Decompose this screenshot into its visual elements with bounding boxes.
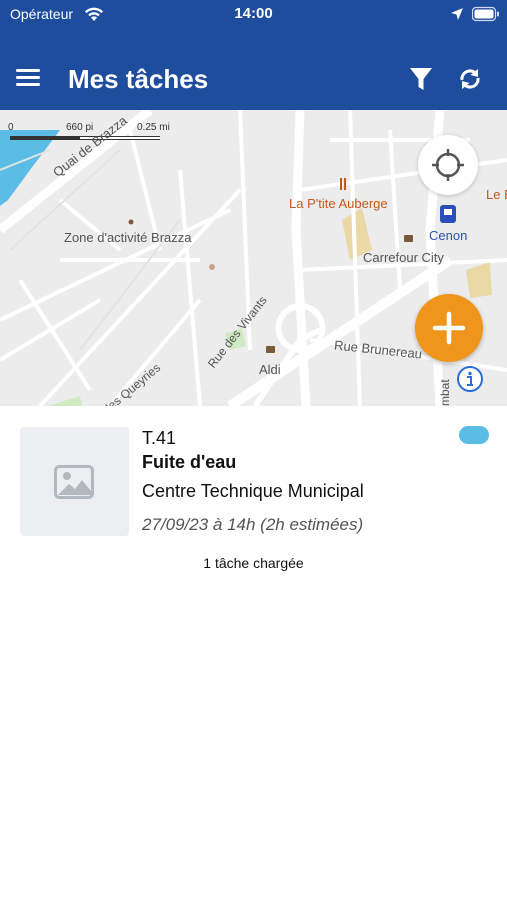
crosshair-icon xyxy=(432,149,464,181)
locate-button[interactable] xyxy=(418,135,478,195)
map-label-aldi: Aldi xyxy=(259,362,281,377)
map-label-restaurant: La P'tite Auberge xyxy=(289,196,388,211)
map-label-zone: Zone d'activité Brazza xyxy=(64,230,192,245)
task-location: Centre Technique Municipal xyxy=(142,481,364,501)
hamburger-menu-icon[interactable] xyxy=(14,66,42,90)
map-label-carrefour: Carrefour City xyxy=(363,250,444,265)
task-title: Fuite d'eau xyxy=(142,452,237,472)
scale-miles: 0.25 mi xyxy=(137,122,170,133)
status-badge xyxy=(459,426,489,444)
app-bar: Mes tâches xyxy=(0,30,507,110)
location-arrow-icon xyxy=(451,8,463,20)
image-placeholder-icon xyxy=(54,465,94,499)
clock: 14:00 xyxy=(234,5,273,22)
scale-zero: 0 xyxy=(8,122,14,133)
scale-feet: 660 pi xyxy=(66,122,94,133)
status-bar: Opérateur 14:00 xyxy=(0,0,507,30)
filter-icon[interactable] xyxy=(408,66,434,92)
sync-icon[interactable] xyxy=(456,65,484,93)
task-id: T.41 xyxy=(142,428,177,448)
loaded-count-label: 1 tâche chargée xyxy=(203,555,304,571)
plus-icon xyxy=(432,311,466,345)
task-card[interactable]: T.41 Fuite d'eau Centre Technique Munici… xyxy=(0,406,507,546)
add-task-button[interactable] xyxy=(415,294,483,362)
info-icon[interactable] xyxy=(456,365,484,393)
map-label-restaurant-partial: Le B xyxy=(486,187,507,202)
task-date: 27/09/23 à 14h (2h estimées) xyxy=(142,515,364,534)
map-label-mbat: mbat xyxy=(438,379,452,406)
map-view[interactable]: 0 660 pi 0.25 mi Quai de Brazza Zone d'a… xyxy=(0,110,507,406)
page-title: Mes tâches xyxy=(68,64,209,94)
task-thumbnail xyxy=(20,427,129,536)
map-label-station: Cenon xyxy=(429,228,468,243)
battery-icon xyxy=(472,6,499,22)
